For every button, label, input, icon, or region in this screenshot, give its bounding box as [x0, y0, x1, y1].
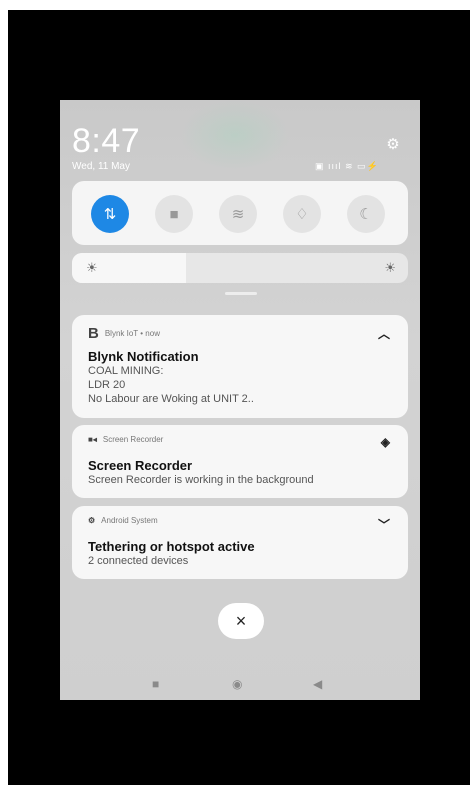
- moon-icon: ☾: [359, 206, 373, 223]
- brightness-slider[interactable]: ☀ ☀: [72, 253, 408, 283]
- dark-mode-button[interactable]: ☾: [347, 195, 385, 233]
- drag-handle[interactable]: [225, 292, 257, 295]
- notification-body: 2 connected devices: [88, 555, 189, 567]
- blynk-icon: B: [88, 325, 99, 342]
- navigation-bar: ■ ◉ ◀: [60, 668, 420, 700]
- screen-record-button[interactable]: ■: [155, 195, 193, 233]
- notification-line: LDR 20: [88, 379, 126, 391]
- notification-title: Tethering or hotspot active: [88, 539, 255, 554]
- data-toggle-button[interactable]: ⇅: [91, 195, 129, 233]
- notification-line: COAL MINING:: [88, 365, 164, 377]
- layers-icon: ◈: [380, 435, 390, 449]
- notification-blynk[interactable]: B Blynk IoT • now ︿ Blynk Notification CO…: [72, 315, 408, 418]
- collapse-chevron-icon[interactable]: ︿: [378, 325, 390, 342]
- notification-screen-recorder[interactable]: ■◂ Screen Recorder ◈ Screen Recorder Scre…: [72, 425, 408, 498]
- quick-settings-panel: ⇅ ■ ≋ ♢ ☾: [72, 181, 408, 245]
- wifi-icon: ≋: [231, 206, 245, 223]
- app-row: B Blynk IoT • now: [88, 325, 160, 342]
- back-icon[interactable]: ◀: [313, 677, 322, 691]
- recent-apps-icon[interactable]: ■: [152, 677, 159, 691]
- wifi-button[interactable]: ≋: [219, 195, 257, 233]
- notification-line: No Labour are Woking at UNIT 2..: [88, 393, 254, 405]
- notification-title: Blynk Notification: [88, 349, 199, 364]
- expand-chevron-icon[interactable]: ﹀: [378, 516, 390, 533]
- clock-time: 8:47: [72, 122, 141, 160]
- brightness-low-icon: ☀: [86, 260, 98, 275]
- gear-icon[interactable]: ⚙: [386, 137, 400, 152]
- notification-title: Screen Recorder: [88, 458, 193, 473]
- home-icon[interactable]: ◉: [232, 677, 242, 691]
- clock-date: Wed, 11 May: [72, 161, 130, 172]
- brightness-high-icon: ☀: [384, 260, 396, 275]
- notification-android-system[interactable]: ⚙ Android System ﹀ Tethering or hotspot a…: [72, 506, 408, 579]
- clear-all-button[interactable]: ×: [218, 603, 264, 639]
- status-icons: ▣ ıııl ≋ ▭⚡: [315, 161, 379, 171]
- notification-body: Screen Recorder is working in the backgr…: [88, 474, 314, 486]
- bell-icon: ♢: [295, 206, 309, 223]
- camera-icon: ■: [169, 205, 179, 223]
- android-gear-icon: ⚙: [88, 516, 96, 525]
- app-row: ⚙ Android System: [88, 516, 158, 525]
- app-row: ■◂ Screen Recorder: [88, 435, 164, 444]
- sound-button[interactable]: ♢: [283, 195, 321, 233]
- transfer-icon: ⇅: [103, 206, 117, 223]
- video-icon: ■◂: [88, 435, 97, 444]
